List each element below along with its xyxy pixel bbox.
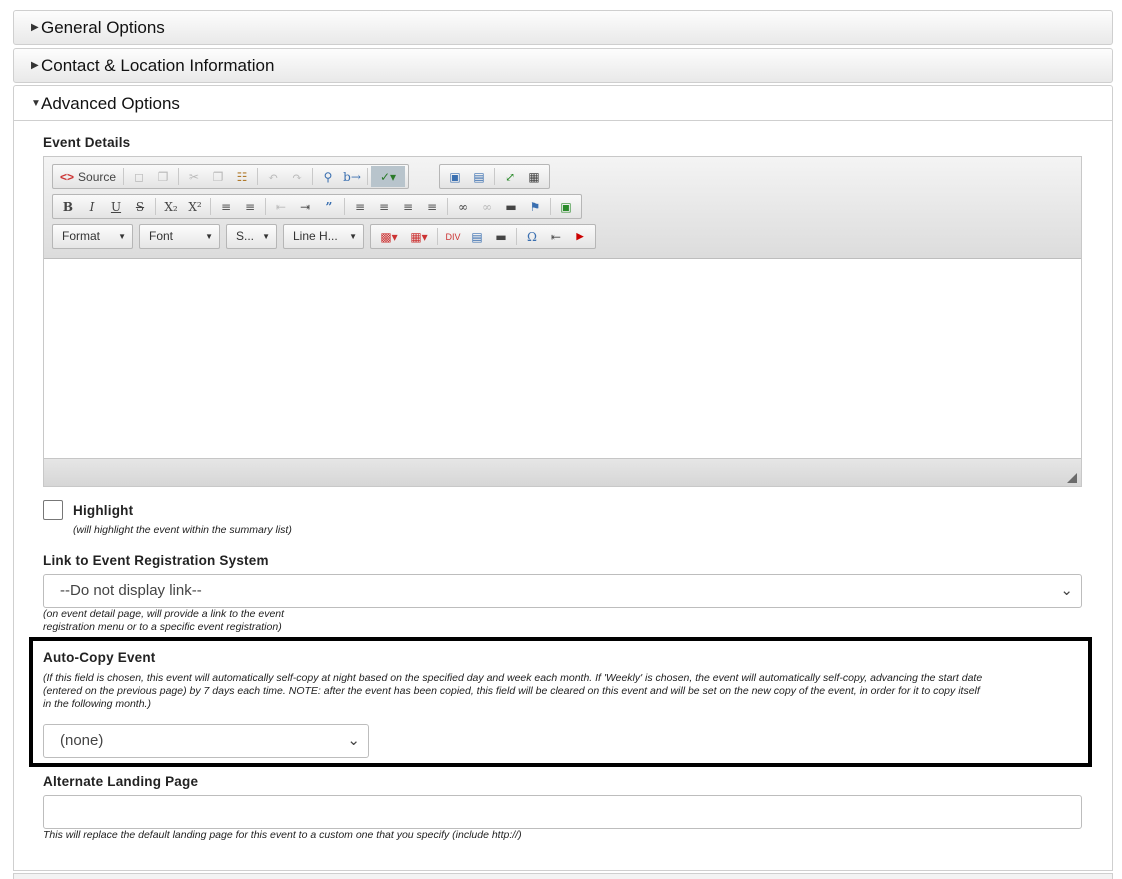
- increase-indent-icon[interactable]: ⇥: [293, 196, 317, 217]
- landing-page-input[interactable]: [43, 795, 1082, 829]
- select-all-icon[interactable]: ▣: [443, 166, 467, 187]
- align-right-icon[interactable]: ≡: [396, 196, 420, 217]
- text-color-icon[interactable]: ▩▾: [374, 226, 404, 247]
- special-char-icon[interactable]: Ω: [520, 226, 544, 247]
- highlight-checkbox[interactable]: [43, 500, 63, 520]
- advanced-options-label: Advanced Options: [41, 94, 180, 113]
- registration-link-selected: --Do not display link--: [60, 582, 202, 599]
- caret-down-icon: ▼: [31, 98, 41, 109]
- table-icon[interactable]: ▦▾: [404, 226, 434, 247]
- auto-copy-select[interactable]: (none) ⌄: [43, 724, 369, 758]
- line-height-dropdown-label: Line H...: [293, 229, 338, 243]
- caret-right-icon: ▶: [31, 22, 39, 33]
- show-blocks-icon[interactable]: ▦: [522, 166, 546, 187]
- source-icon: <>: [60, 169, 75, 184]
- auto-copy-selected: (none): [60, 732, 104, 749]
- size-dropdown[interactable]: S... ▼: [226, 224, 277, 249]
- bold-icon[interactable]: B: [56, 196, 80, 217]
- source-button-label: Source: [78, 169, 117, 184]
- insert-media-icon[interactable]: ▣: [554, 196, 578, 217]
- youtube-icon[interactable]: ▶: [568, 226, 592, 247]
- underline-icon[interactable]: U: [104, 196, 128, 217]
- format-dropdown[interactable]: Format ▼: [52, 224, 133, 249]
- horizontal-rule-icon[interactable]: ▬: [489, 226, 513, 247]
- auto-copy-label: Auto-Copy Event: [43, 650, 156, 665]
- font-dropdown[interactable]: Font ▼: [139, 224, 220, 249]
- unlink-icon[interactable]: ∞: [475, 196, 499, 217]
- find-icon[interactable]: ⚲: [316, 166, 340, 187]
- font-dropdown-label: Font: [149, 229, 174, 243]
- justify-icon[interactable]: ≡: [420, 196, 444, 217]
- copy-icon[interactable]: ❐: [206, 166, 230, 187]
- general-options-header[interactable]: ▶ General Options: [13, 10, 1113, 45]
- numbered-list-icon[interactable]: ≡: [214, 196, 238, 217]
- contact-location-label: Contact & Location Information: [41, 56, 275, 75]
- undo-icon[interactable]: ↶: [261, 166, 285, 187]
- cut-icon[interactable]: ✂: [182, 166, 206, 187]
- highlight-note: (will highlight the event within the sum…: [73, 524, 292, 536]
- strikethrough-icon[interactable]: S: [128, 196, 152, 217]
- toolbar-group-insert-2: ▩▾ ▦▾ DIV ▤ ▬ Ω ⇤ ▶: [370, 224, 596, 249]
- italic-icon[interactable]: I: [80, 196, 104, 217]
- editor-status-bar: [44, 458, 1081, 486]
- event-details-label: Event Details: [43, 135, 131, 150]
- landing-page-note: This will replace the default landing pa…: [43, 829, 522, 841]
- replace-icon[interactable]: b→: [340, 166, 364, 187]
- chevron-down-icon: ⌄: [347, 732, 360, 749]
- paste-icon[interactable]: ☷: [230, 166, 254, 187]
- align-center-icon[interactable]: ≡: [372, 196, 396, 217]
- flag-icon[interactable]: ⚑: [523, 196, 547, 217]
- div-container-icon[interactable]: DIV: [441, 226, 465, 247]
- spellcheck-icon[interactable]: ✓▾: [371, 166, 406, 187]
- line-height-dropdown[interactable]: Line H... ▼: [283, 224, 364, 249]
- toolbar-group-insert-1: ▣ ▤ ⤢ ▦: [439, 164, 550, 189]
- registration-link-note-1: (on event detail page, will provide a li…: [43, 608, 285, 620]
- image-icon[interactable]: ▤: [467, 166, 491, 187]
- rich-text-editor: <> Source ◻ ❐ ✂ ❐ ☷ ↶ ↷ ⚲ b→ ✓▾ ▣ ▤ ⤢ ▦: [43, 156, 1082, 487]
- highlight-label: Highlight: [73, 503, 134, 518]
- new-page-icon[interactable]: ◻: [127, 166, 151, 187]
- editor-content-area[interactable]: [44, 259, 1081, 459]
- resize-handle-icon[interactable]: [1067, 473, 1077, 483]
- contact-location-header[interactable]: ▶ Contact & Location Information: [13, 48, 1113, 83]
- redo-icon[interactable]: ↷: [285, 166, 309, 187]
- size-dropdown-label: S...: [236, 229, 255, 243]
- format-dropdown-label: Format: [62, 229, 101, 243]
- maximize-icon[interactable]: ⤢: [498, 166, 522, 187]
- registration-link-note-2: registration menu or to a specific event…: [43, 621, 282, 633]
- dropdown-arrow-icon: ▼: [205, 232, 213, 241]
- subscript-icon[interactable]: X₂: [159, 196, 183, 217]
- templates-icon[interactable]: ❐: [151, 166, 175, 187]
- form-icon[interactable]: ▤: [465, 226, 489, 247]
- decrease-indent-icon[interactable]: ⇤: [269, 196, 293, 217]
- toolbar-group-formatting: B I U S X₂ X² ≡ ≡ ⇤ ⇥ ” ≡ ≡ ≡ ≡ ∞ ∞ ▬ ⚑ …: [52, 194, 582, 219]
- dropdown-arrow-icon: ▼: [118, 232, 126, 241]
- source-button[interactable]: <> Source: [56, 166, 120, 187]
- dropdown-arrow-icon: ▼: [349, 232, 357, 241]
- auto-copy-note-3: in the following month.): [43, 698, 151, 710]
- blockquote-icon[interactable]: ”: [317, 196, 341, 217]
- registration-link-label: Link to Event Registration System: [43, 553, 269, 568]
- toolbar-group-document: <> Source ◻ ❐ ✂ ❐ ☷ ↶ ↷ ⚲ b→ ✓▾: [52, 164, 410, 189]
- auto-copy-note-2: (entered on the previous page) by 7 days…: [43, 685, 980, 697]
- bulleted-list-icon[interactable]: ≡: [238, 196, 262, 217]
- next-section-header[interactable]: [13, 873, 1113, 879]
- chevron-down-icon: ⌄: [1060, 582, 1073, 599]
- advanced-options-header[interactable]: ▼ Advanced Options: [13, 85, 1113, 121]
- align-left-icon[interactable]: ≡: [348, 196, 372, 217]
- dropdown-arrow-icon: ▼: [262, 232, 270, 241]
- page-break-icon[interactable]: ⇤: [544, 226, 568, 247]
- caret-right-icon: ▶: [31, 60, 39, 71]
- landing-page-label: Alternate Landing Page: [43, 774, 199, 789]
- general-options-label: General Options: [41, 18, 165, 37]
- registration-link-select[interactable]: --Do not display link-- ⌄: [43, 574, 1082, 608]
- anchor-icon[interactable]: ▬: [499, 196, 523, 217]
- superscript-icon[interactable]: X²: [183, 196, 207, 217]
- auto-copy-note-1: (If this field is chosen, this event wil…: [43, 672, 983, 684]
- link-icon[interactable]: ∞: [451, 196, 475, 217]
